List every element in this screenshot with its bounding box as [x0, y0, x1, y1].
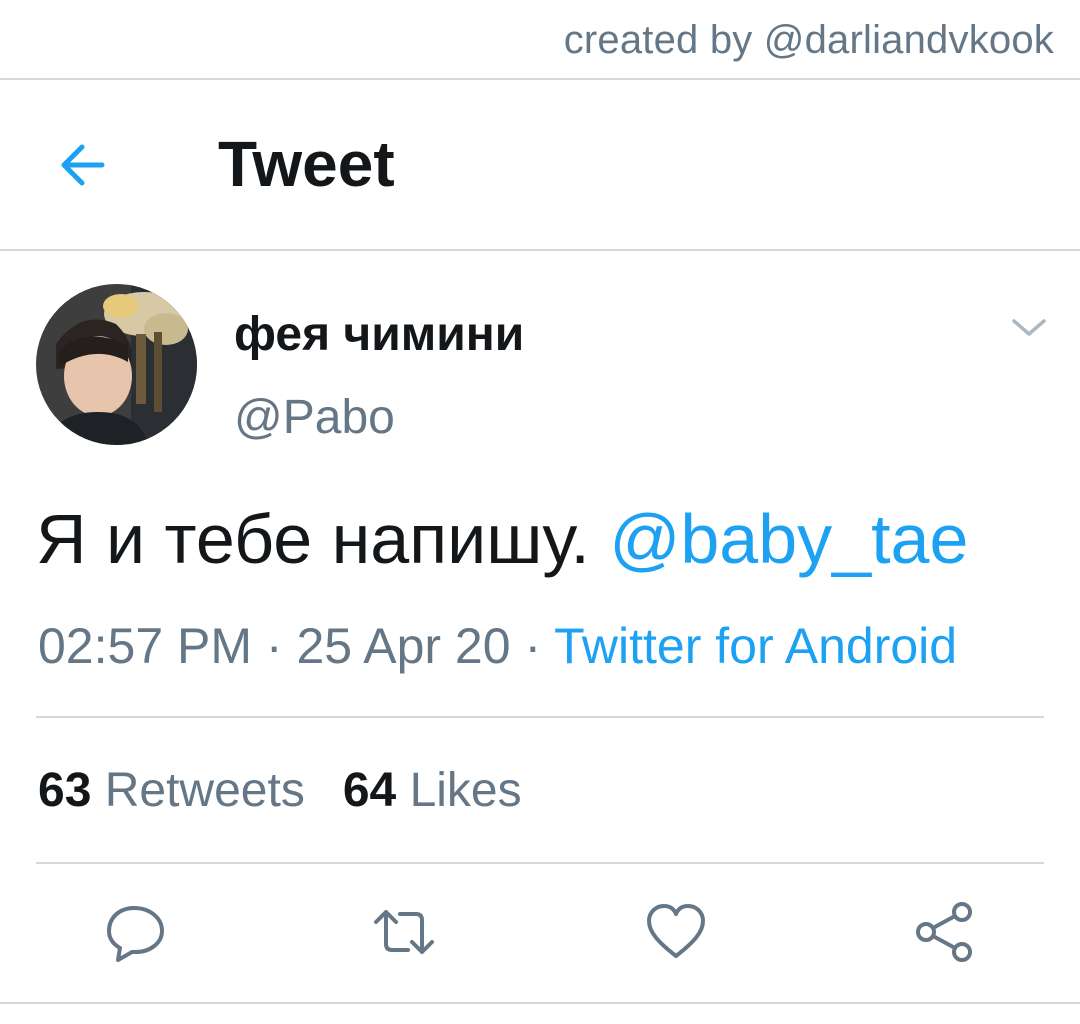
credit-text: created by @darliandvkook — [563, 18, 1054, 62]
share-button[interactable] — [912, 900, 976, 964]
back-button[interactable] — [52, 137, 116, 193]
tweet-body: Я и тебе напишу. @baby_tae — [36, 504, 968, 574]
tweet-meta: 02:57 PM · 25 Apr 20 · Twitter for Andro… — [38, 621, 957, 671]
tweet-source-link[interactable]: Twitter for Android — [554, 618, 957, 674]
reply-button[interactable] — [104, 900, 168, 964]
tweet-date: 25 Apr 20 — [296, 618, 511, 674]
like-button[interactable] — [644, 900, 708, 964]
user-handle[interactable]: @Pabo — [234, 394, 395, 442]
retweets-label: Retweets — [104, 764, 305, 817]
tweet-text: Я и тебе напишу. — [36, 500, 590, 578]
likes-count: 64 — [342, 764, 397, 817]
likes-label: Likes — [409, 764, 522, 817]
like-icon — [647, 904, 705, 958]
retweet-button[interactable] — [372, 900, 436, 964]
meta-separator: · — [265, 618, 283, 674]
share-icon — [916, 902, 972, 962]
divider — [0, 1002, 1080, 1004]
tweet-menu-button[interactable] — [1010, 316, 1048, 340]
mention-link[interactable]: @baby_tae — [609, 500, 968, 578]
likes-stat[interactable]: 64 Likes — [343, 764, 522, 817]
retweets-stat[interactable]: 63 Retweets — [38, 764, 305, 817]
display-name[interactable]: фея чимини — [234, 311, 524, 359]
chevron-down-icon — [1012, 319, 1046, 336]
tweet-time: 02:57 PM — [38, 618, 253, 674]
credit-bar: created by @darliandvkook — [0, 0, 1080, 80]
page-title: Tweet — [218, 128, 395, 200]
divider — [36, 862, 1044, 864]
tweet-stats: 63 Retweets 64 Likes — [38, 767, 522, 815]
arrow-left-icon — [61, 144, 105, 186]
header: Tweet — [0, 80, 1080, 251]
divider — [36, 716, 1044, 718]
reply-icon — [107, 906, 164, 962]
avatar[interactable] — [36, 284, 197, 445]
retweets-count: 63 — [38, 764, 92, 817]
retweet-icon — [374, 910, 434, 954]
meta-separator: · — [524, 618, 542, 674]
avatar-image — [36, 284, 197, 445]
